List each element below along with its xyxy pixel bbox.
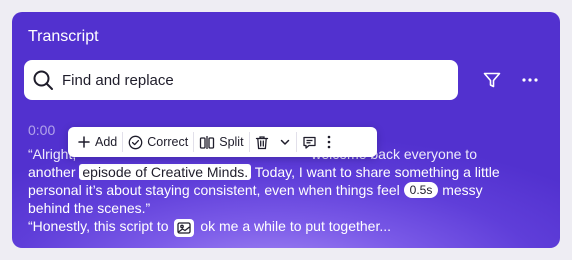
selected-text-highlight[interactable]: episode of Creative Minds. [79, 164, 252, 180]
transcript-panel: Transcript Find and replace 0:00 “Alrigh… [12, 12, 560, 248]
more-vertical-button[interactable] [322, 127, 336, 157]
trash-icon [255, 135, 268, 149]
search-icon [32, 69, 54, 91]
transcript-line[interactable]: personal it’s about staying consistent, … [28, 181, 548, 199]
transcript-segment[interactable]: behind the scenes.” [28, 200, 150, 216]
delete-button[interactable] [250, 127, 296, 157]
transcript-line[interactable]: behind the scenes.” [28, 199, 548, 217]
split-icon [200, 135, 215, 149]
filter-icon [483, 72, 501, 88]
chevron-down-icon [280, 139, 289, 145]
transcript-segment[interactable]: Today, I want to share something a littl… [255, 164, 500, 180]
panel-title: Transcript [28, 28, 99, 45]
split-label: Split [219, 135, 244, 149]
transcript-segment[interactable]: another [28, 164, 75, 180]
comment-icon [302, 136, 316, 149]
comment-button[interactable] [297, 127, 322, 157]
filter-button[interactable] [478, 66, 506, 94]
pause-duration-badge[interactable]: 0.5s [403, 182, 439, 198]
transcript-line[interactable]: “Honestly, this script to ok me a while … [28, 217, 548, 237]
search-input[interactable]: Find and replace [24, 60, 458, 100]
add-button[interactable]: Add [72, 127, 122, 157]
more-horizontal-icon [522, 78, 538, 82]
timestamp[interactable]: 0:00 [28, 122, 55, 138]
more-options-button[interactable] [516, 66, 544, 94]
search-placeholder: Find and replace [62, 71, 174, 89]
add-label: Add [95, 135, 118, 149]
image-icon[interactable] [174, 219, 195, 237]
transcript-segment[interactable]: “Honestly, this script to [28, 218, 169, 234]
transcript-segment[interactable]: ok me a while to put together... [200, 218, 391, 234]
more-vertical-icon [327, 135, 330, 149]
transcript-segment[interactable]: messy [442, 182, 482, 198]
correct-label: Correct [147, 135, 189, 149]
correct-button[interactable]: Correct [123, 127, 193, 157]
transcript-line[interactable]: another episode of Creative Minds. Today… [28, 163, 548, 181]
transcript-text[interactable]: “Alright, welcome back everyone to anothe… [28, 145, 548, 237]
plus-icon [78, 136, 90, 148]
transcript-segment[interactable]: personal it’s about staying consistent, … [28, 182, 400, 198]
check-circle-icon [128, 135, 143, 149]
split-button[interactable]: Split [194, 127, 248, 157]
selection-toolbar: Add Correct Split [68, 127, 377, 157]
